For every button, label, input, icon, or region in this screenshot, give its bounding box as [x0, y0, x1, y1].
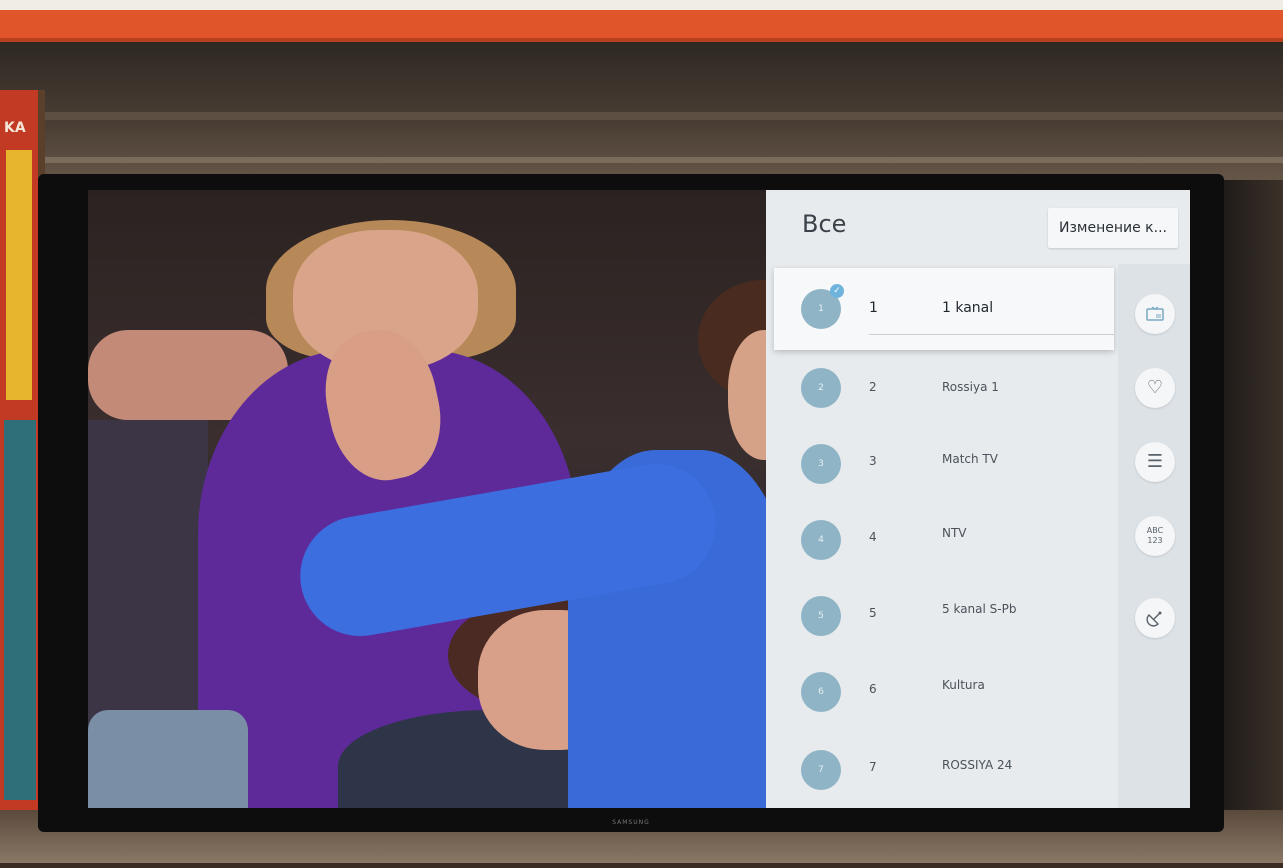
channel-name: Rossiya 1	[942, 380, 999, 394]
shelf-rail	[0, 112, 1283, 120]
panel-header: Все Изменение к...	[766, 190, 1190, 264]
channel-name: NTV	[942, 526, 967, 540]
channel-number: 1	[869, 300, 878, 316]
channel-name: Match TV	[942, 452, 998, 466]
panel-title: Все	[802, 210, 847, 238]
check-icon: ✓	[830, 284, 844, 298]
channel-name: 1 kanal	[942, 300, 994, 316]
channel-list: 1 ✓ 1 1 kanal 2 2 Rossiya 1 3 3 Match TV	[766, 268, 1116, 808]
channel-row[interactable]: 1 ✓ 1 1 kanal	[774, 268, 1114, 350]
price-tag	[6, 150, 32, 400]
channel-number: 5	[869, 606, 877, 620]
channel-row[interactable]: 5 5 5 kanal S-Pb	[774, 580, 1114, 656]
list-icon[interactable]: ☰	[1135, 442, 1175, 482]
store-shelf-right	[1220, 180, 1283, 810]
edit-channels-button[interactable]: Изменение к...	[1048, 208, 1178, 248]
channel-filter-sidebar: ♡ ☰ ABC 123	[1118, 264, 1190, 808]
heart-icon[interactable]: ♡	[1135, 368, 1175, 408]
poster	[4, 420, 36, 800]
channel-number: 2	[869, 380, 877, 394]
abc-123-label: ABC 123	[1146, 526, 1164, 545]
channel-name: Kultura	[942, 678, 985, 692]
channel-logo-badge: 3	[801, 444, 841, 484]
abc-123-icon[interactable]: ABC 123	[1135, 516, 1175, 556]
tv-brand-logo: SAMSUNG	[612, 819, 650, 826]
channel-name: 5 kanal S-Pb	[942, 602, 1017, 616]
tv-channel-icon[interactable]	[1135, 294, 1175, 334]
divider	[869, 334, 1114, 335]
channel-logo-badge: 2	[801, 368, 841, 408]
channel-name: ROSSIYA 24	[942, 758, 1013, 772]
video-person	[88, 710, 248, 808]
broadcast-video	[88, 190, 768, 808]
satellite-icon[interactable]	[1135, 598, 1175, 638]
channel-number: 4	[869, 530, 877, 544]
channel-number: 6	[869, 682, 877, 696]
television: Все Изменение к... 1 ✓ 1 1 kanal 2 2 Ros…	[38, 174, 1224, 832]
shelf-rail	[0, 157, 1283, 163]
store-shelf-wall	[0, 42, 1283, 192]
store-shelf-top	[0, 0, 1283, 42]
store-sign-text: KA	[4, 120, 26, 136]
channel-row[interactable]: 6 6 Kultura	[774, 656, 1114, 732]
channel-number: 7	[869, 760, 877, 774]
channel-logo-badge: 7	[801, 750, 841, 790]
channel-row[interactable]: 2 2 Rossiya 1	[774, 352, 1114, 428]
channel-row[interactable]: 3 3 Match TV	[774, 428, 1114, 504]
channel-logo-badge: 6	[801, 672, 841, 712]
channel-number: 3	[869, 454, 877, 468]
channel-logo-badge: 5	[801, 596, 841, 636]
channel-row[interactable]: 4 4 NTV	[774, 504, 1114, 580]
tv-screen: Все Изменение к... 1 ✓ 1 1 kanal 2 2 Ros…	[88, 190, 1190, 808]
channel-list-panel: Все Изменение к... 1 ✓ 1 1 kanal 2 2 Ros…	[766, 190, 1190, 808]
channel-row[interactable]: 7 7 ROSSIYA 24	[774, 732, 1114, 808]
channel-logo-badge: 4	[801, 520, 841, 560]
